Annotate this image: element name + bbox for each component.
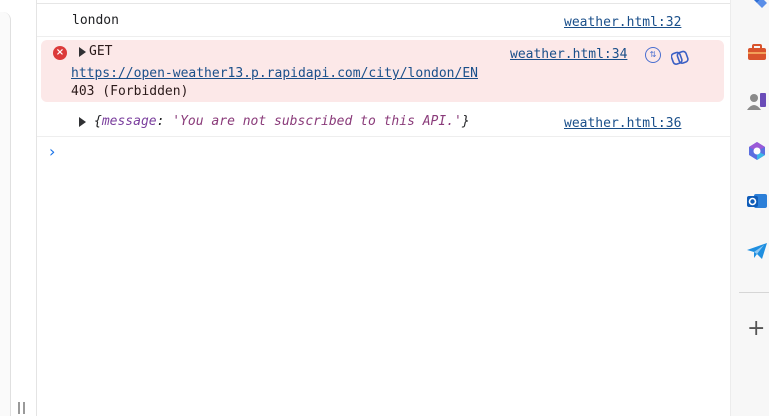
page-panel-border: [0, 12, 11, 416]
favorites-icon[interactable]: [746, 0, 768, 14]
sidebar-divider: [739, 292, 769, 293]
telegram-icon[interactable]: [746, 240, 768, 262]
expand-triangle-icon[interactable]: [79, 117, 86, 127]
request-url-link[interactable]: https://open-weather13.p.rapidapi.com/ci…: [71, 66, 478, 81]
expand-triangle-icon[interactable]: [79, 47, 86, 57]
object-close-brace: }: [461, 114, 470, 129]
source-link[interactable]: weather.html:34: [510, 47, 627, 62]
console-top-border: [37, 0, 730, 4]
console-object-row: {message: 'You are not subscribed to thi…: [37, 108, 730, 137]
console-log-row: london weather.html:32: [37, 8, 730, 37]
log-message: london: [72, 13, 119, 28]
console-panel: london weather.html:32 × GET https://ope…: [37, 0, 730, 416]
object-separator: :: [156, 114, 173, 129]
source-link[interactable]: weather.html:32: [564, 15, 681, 30]
network-request-icon[interactable]: ⇅: [645, 47, 661, 63]
left-panel-edge: [0, 0, 37, 416]
devtools-console-window: london weather.html:32 × GET https://ope…: [0, 0, 769, 416]
tools-icon[interactable]: [746, 42, 768, 64]
resize-handle[interactable]: [18, 402, 26, 414]
error-status: 403 (Forbidden): [71, 84, 189, 99]
games-icon[interactable]: [746, 90, 768, 112]
copilot-explain-icon[interactable]: [671, 50, 689, 66]
object-open-brace: {: [94, 114, 102, 129]
object-value: 'You are not subscribed to this API.': [172, 114, 462, 129]
console-prompt-icon[interactable]: ›: [49, 142, 55, 161]
source-link[interactable]: weather.html:36: [564, 116, 681, 131]
error-icon: ×: [53, 46, 67, 60]
browser-sidebar: +: [730, 0, 769, 416]
error-method: GET: [89, 44, 113, 59]
add-icon[interactable]: +: [747, 318, 765, 340]
console-error-row: × GET https://open-weather13.p.rapidapi.…: [41, 40, 724, 102]
copilot-icon[interactable]: [746, 140, 768, 162]
object-preview[interactable]: {message: 'You are not subscribed to thi…: [94, 114, 470, 129]
object-key: message: [101, 114, 157, 129]
outlook-icon[interactable]: [746, 190, 768, 212]
